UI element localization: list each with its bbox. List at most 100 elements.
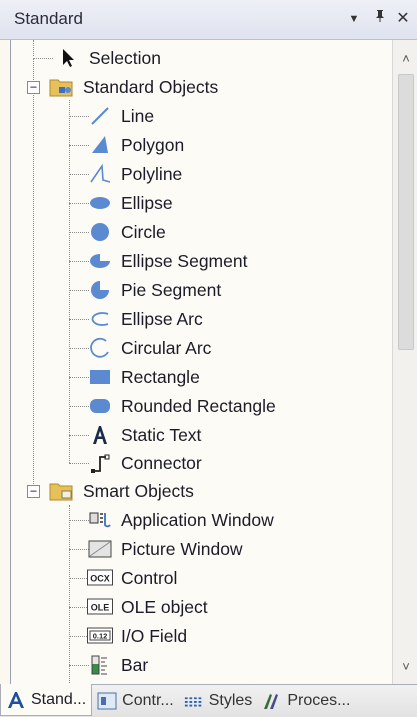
tree-line [69, 116, 89, 117]
tree-item-circle[interactable]: Circle [87, 218, 166, 246]
tree-item-connector[interactable]: Connector [87, 449, 202, 477]
object-palette-panel: Selection − Standard Objects Line Polygo… [10, 40, 417, 684]
rounded-rectangle-icon [87, 393, 113, 419]
tree-item-label: Rectangle [121, 366, 200, 387]
scroll-thumb[interactable] [398, 74, 414, 350]
tree-item-ole-object[interactable]: OLE OLE object [87, 593, 208, 621]
scroll-up-button[interactable]: ˄ [393, 48, 417, 70]
tree-item-line[interactable]: Line [87, 102, 154, 130]
tree-item-label: Connector [121, 452, 202, 473]
tree-item-selection[interactable]: Selection [55, 44, 161, 72]
tree-item-application-window[interactable]: Application Window [87, 506, 274, 534]
vertical-scrollbar[interactable]: ˄ ˅ [392, 40, 417, 684]
circular-arc-icon [87, 335, 113, 361]
tree-line [69, 463, 89, 464]
tree-line [69, 232, 89, 233]
folder-shapes-icon [49, 74, 75, 100]
ellipse-segment-icon [87, 248, 113, 274]
tree-line [69, 145, 89, 146]
controls-tab-icon [97, 691, 117, 711]
standard-objects-expander[interactable]: − [27, 81, 40, 94]
tree-line [69, 665, 89, 666]
tree-item-label: Standard Objects [83, 76, 219, 97]
tab-label: Stand... [31, 690, 87, 708]
tree-item-label: Polyline [121, 163, 183, 184]
pin-button[interactable] [370, 8, 390, 30]
styles-tab-icon [184, 691, 204, 711]
dropdown-button[interactable]: ▼ [344, 8, 364, 30]
polygon-icon [87, 132, 113, 158]
line-icon [87, 103, 113, 129]
ellipse-arc-icon [87, 306, 113, 332]
tab-controls[interactable]: Contr... [92, 686, 179, 716]
tree-item-label: Ellipse Arc [121, 308, 203, 329]
io-field-icon: 0.12 [87, 623, 113, 649]
rectangle-icon [87, 364, 113, 390]
tree-item-label: Ellipse Segment [121, 250, 248, 271]
tab-label: Styles [208, 692, 253, 709]
tree-item-ellipse-segment[interactable]: Ellipse Segment [87, 247, 247, 275]
tree-item-label: Circle [121, 221, 166, 242]
pie-segment-icon [87, 277, 113, 303]
tree-item-picture-window[interactable]: Picture Window [87, 535, 243, 563]
tree-line [69, 607, 89, 608]
pin-icon [376, 10, 384, 22]
tree-item-label: Pie Segment [121, 279, 222, 300]
smart-objects-expander[interactable]: − [27, 485, 40, 498]
tree-item-circular-arc[interactable]: Circular Arc [87, 334, 211, 362]
tree-item-rounded-rectangle[interactable]: Rounded Rectangle [87, 392, 276, 420]
application-window-icon [87, 507, 113, 533]
tree-line [69, 348, 89, 349]
tree-item-label: I/O Field [121, 625, 188, 646]
tree-line [33, 58, 34, 488]
tree-item-label: Static Text [121, 424, 202, 445]
tree-line [69, 520, 89, 521]
tree-group-smart-objects[interactable]: Smart Objects [49, 477, 194, 505]
control-icon: OCX [87, 565, 113, 591]
tree-item-control[interactable]: OCX Control [87, 564, 177, 592]
tab-styles[interactable]: Styles [179, 686, 258, 716]
bar-icon [87, 652, 113, 678]
tree-line [69, 636, 89, 637]
process-tab-icon [262, 691, 282, 711]
tree-line [69, 203, 89, 204]
tree-line [69, 406, 89, 407]
tree-item-label: OLE object [121, 596, 208, 617]
tree-item-bar[interactable]: Bar [87, 651, 148, 679]
tree-item-pie-segment[interactable]: Pie Segment [87, 276, 221, 304]
tree-item-polygon[interactable]: Polygon [87, 131, 184, 159]
tree-item-io-field[interactable]: 0.12 I/O Field [87, 622, 187, 650]
tree-item-ellipse-arc[interactable]: Ellipse Arc [87, 305, 203, 333]
close-button[interactable]: ✕ [393, 8, 413, 30]
panel-titlebar: Standard ▼ ✕ [0, 0, 417, 40]
static-text-icon [87, 422, 113, 448]
folder-smart-icon [49, 478, 75, 504]
tree-line [69, 549, 89, 550]
tab-standard[interactable]: Stand... [0, 684, 93, 716]
connector-icon [87, 450, 113, 476]
tree-item-label: Polygon [121, 134, 185, 155]
polyline-icon [87, 161, 113, 187]
tree-item-rectangle[interactable]: Rectangle [87, 363, 200, 391]
tree-item-label: Rounded Rectangle [121, 395, 276, 416]
tree-item-label: Bar [121, 654, 149, 675]
ole-icon-text: OLE [91, 603, 110, 613]
tree-item-static-text[interactable]: Static Text [87, 421, 201, 449]
tree-group-standard-objects[interactable]: Standard Objects [49, 73, 218, 101]
circle-icon [87, 219, 113, 245]
tree-item-label: Line [121, 105, 155, 126]
io-icon-text: 0.12 [93, 632, 108, 641]
arrow-pointer-icon [55, 45, 81, 71]
tree-line [69, 261, 89, 262]
tree-item-label: Selection [89, 47, 161, 68]
tab-process[interactable]: Proces... [257, 686, 355, 716]
tree-item-ellipse[interactable]: Ellipse [87, 189, 173, 217]
tree-item-label: Application Window [121, 509, 274, 530]
tree-item-polyline[interactable]: Polyline [87, 160, 182, 188]
tree-line [69, 505, 70, 684]
tree-item-label: Circular Arc [121, 337, 212, 358]
standard-tab-icon [6, 690, 26, 710]
ole-object-icon: OLE [87, 594, 113, 620]
tree-line [69, 290, 89, 291]
scroll-down-button[interactable]: ˅ [393, 656, 417, 678]
